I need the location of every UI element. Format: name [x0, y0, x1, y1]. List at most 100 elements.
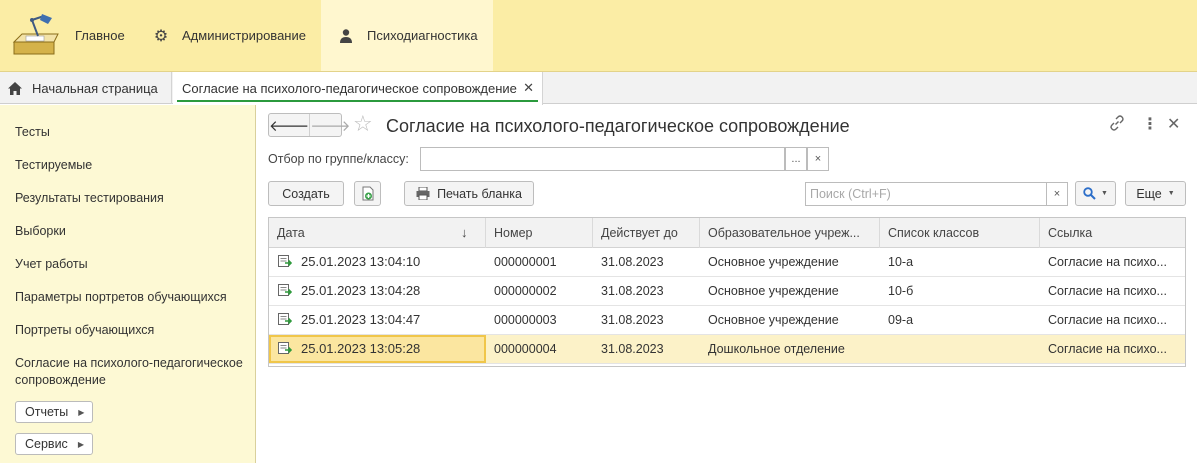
table-row[interactable]: 25.01.2023 13:04:10 000000001 31.08.2023… — [269, 248, 1185, 277]
more-menu-button[interactable]: Еще ▼ — [1125, 181, 1186, 206]
section-administration[interactable]: ⚙ Администрирование — [152, 0, 306, 71]
filter-choose-button[interactable]: ... — [785, 147, 807, 171]
sidebar-item-samples[interactable]: Выборки — [15, 223, 253, 240]
service-menu-button[interactable]: Сервис ▶ — [15, 433, 93, 455]
column-header-institution[interactable]: Образовательное учреж... — [700, 218, 880, 248]
tab-home-page[interactable]: Начальная страница — [0, 72, 172, 104]
tab-consent-label: Согласие на психолого-педагогическое соп… — [182, 81, 517, 96]
search-input[interactable] — [805, 182, 1047, 206]
cell-valid-until: 31.08.2023 — [601, 284, 664, 298]
cell-institution: Дошкольное отделение — [708, 342, 845, 356]
cell-valid-until: 31.08.2023 — [601, 313, 664, 327]
search-button[interactable]: ▼ — [1075, 181, 1116, 206]
close-tab-icon[interactable]: ✕ — [523, 80, 534, 96]
sidebar-item-test-results[interactable]: Результаты тестирования — [15, 190, 253, 207]
sections-panel: Главное ⚙ Администрирование Психодиагнос… — [0, 0, 1197, 72]
reports-menu-button[interactable]: Отчеты ▶ — [15, 401, 94, 423]
cell-date: 25.01.2023 13:04:47 — [269, 306, 486, 334]
section-administration-label: Администрирование — [182, 28, 306, 43]
create-button[interactable]: Создать — [268, 181, 344, 206]
cell-number: 000000004 — [494, 342, 557, 356]
sidebar-item-test-subjects[interactable]: Тестируемые — [15, 157, 253, 174]
sort-descending-icon: ↓ — [461, 225, 468, 240]
cell-class-list: 10-б — [888, 284, 914, 298]
sidebar-item-student-portraits[interactable]: Портреты обучающихся — [15, 322, 253, 339]
column-header-date[interactable]: Дата — [269, 218, 486, 248]
favorite-star-icon[interactable]: ☆ — [353, 111, 373, 137]
cell-reference: Согласие на психо... — [1048, 342, 1167, 356]
cell-institution: Основное учреждение — [708, 255, 839, 269]
section-psychodiagnostics[interactable]: Психодиагностика — [321, 0, 493, 71]
cell-reference: Согласие на психо... — [1048, 313, 1167, 327]
history-nav: 🡐 🡒 — [268, 113, 350, 137]
filter-group-input[interactable] — [420, 147, 785, 171]
document-posted-icon — [278, 342, 292, 354]
service-label: Сервис — [25, 437, 68, 451]
active-tab-underline — [177, 100, 538, 102]
cell-reference: Согласие на психо... — [1048, 255, 1167, 269]
link-icon[interactable] — [1109, 115, 1125, 131]
filter-group-label: Отбор по группе/классу: — [268, 152, 409, 166]
column-header-class-list[interactable]: Список классов — [880, 218, 1040, 248]
cell-date-text: 25.01.2023 13:04:10 — [301, 254, 421, 269]
cell-class-list: 10-а — [888, 255, 914, 269]
sidebar-item-tests[interactable]: Тесты — [15, 124, 253, 141]
table-header: Дата ↓ Номер Действует до Образовательно… — [269, 218, 1185, 248]
document-add-icon — [362, 186, 373, 201]
document-posted-icon — [278, 255, 292, 267]
document-posted-icon — [278, 284, 292, 296]
home-icon — [8, 81, 22, 95]
column-header-valid-until[interactable]: Действует до — [593, 218, 700, 248]
cell-date-text: 25.01.2023 13:04:47 — [301, 312, 421, 327]
cell-number: 000000002 — [494, 284, 557, 298]
section-psychodiagnostics-label: Психодиагностика — [367, 28, 478, 43]
create-button-label: Создать — [282, 186, 330, 201]
filter-clear-button[interactable]: × — [807, 147, 829, 171]
print-form-label: Печать бланка — [437, 186, 522, 201]
cell-date: 25.01.2023 13:04:28 — [269, 277, 486, 305]
page-title: Согласие на психолого-педагогическое соп… — [386, 116, 850, 136]
sidebar-item-consent[interactable]: Согласие на психолого-педагогическое соп… — [15, 355, 253, 389]
sidebar-item-portrait-params[interactable]: Параметры портретов обучающихся — [15, 289, 253, 306]
cell-class-list: 09-а — [888, 313, 914, 327]
tab-consent-document[interactable]: Согласие на психолого-педагогическое соп… — [173, 72, 543, 105]
chevron-right-icon: ▶ — [78, 407, 85, 417]
column-header-number[interactable]: Номер — [486, 218, 593, 248]
table-row-selected[interactable]: 25.01.2023 13:05:28 000000004 31.08.2023… — [269, 335, 1185, 364]
cell-number: 000000001 — [494, 255, 557, 269]
forward-arrow-icon[interactable]: 🡒 — [310, 114, 350, 136]
chevron-right-icon: ▶ — [77, 439, 84, 449]
list-form: 🡐 🡒 ☆ Согласие на психолого-педагогическ… — [257, 105, 1197, 463]
table-row[interactable]: 25.01.2023 13:04:28 000000002 31.08.2023… — [269, 277, 1185, 306]
column-header-reference[interactable]: Ссылка — [1040, 218, 1185, 248]
open-windows-bar: Начальная страница Согласие на психолого… — [0, 72, 1197, 105]
table-row[interactable]: 25.01.2023 13:04:47 000000003 31.08.2023… — [269, 306, 1185, 335]
desk-lamp-logo-icon[interactable] — [8, 12, 62, 60]
reports-label: Отчеты — [25, 405, 69, 419]
close-icon[interactable]: ✕ — [1167, 114, 1180, 134]
cell-valid-until: 31.08.2023 — [601, 255, 664, 269]
cell-class-list — [880, 335, 1040, 363]
printer-icon — [416, 187, 430, 200]
section-main[interactable]: Главное — [75, 0, 125, 71]
chevron-down-icon: ▼ — [1101, 190, 1108, 197]
back-arrow-icon[interactable]: 🡐 — [269, 114, 311, 136]
cell-date: 25.01.2023 13:04:10 — [269, 248, 486, 276]
print-form-button[interactable]: Печать бланка — [404, 181, 534, 206]
column-date-label: Дата — [277, 226, 305, 240]
more-vertical-icon[interactable]: ⋮ — [1142, 114, 1158, 134]
cell-reference: Согласие на психо... — [1048, 284, 1167, 298]
gear-icon: ⚙ — [153, 27, 169, 45]
cell-date-text: 25.01.2023 13:05:28 — [301, 341, 421, 356]
sidebar: Тесты Тестируемые Результаты тестировани… — [0, 105, 256, 463]
search-clear-button[interactable]: × — [1046, 182, 1068, 206]
cell-institution: Основное учреждение — [708, 313, 839, 327]
copy-document-button[interactable] — [354, 181, 381, 206]
sidebar-item-work-log[interactable]: Учет работы — [15, 256, 253, 273]
person-icon — [340, 28, 352, 43]
cell-valid-until: 31.08.2023 — [601, 342, 664, 356]
tab-home-label: Начальная страница — [32, 80, 158, 96]
more-menu-label: Еще — [1136, 186, 1162, 201]
document-posted-icon — [278, 313, 292, 325]
consent-list-table: Дата ↓ Номер Действует до Образовательно… — [268, 217, 1186, 367]
